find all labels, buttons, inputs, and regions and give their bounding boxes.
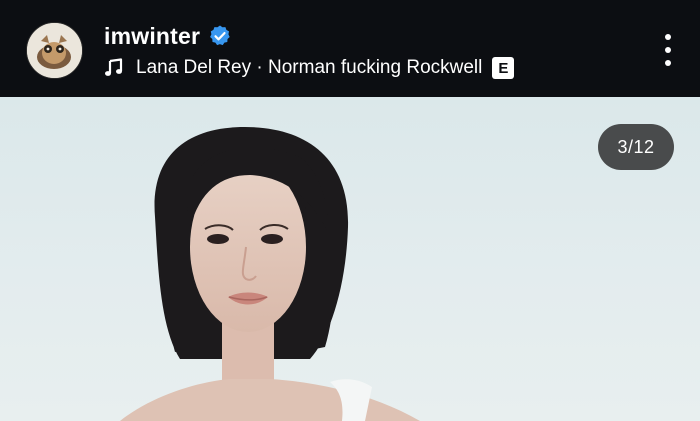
post-viewer: imwinter Lana Del Rey · Norman fucking R… <box>0 0 700 421</box>
more-vertical-icon <box>665 34 671 40</box>
post-photo[interactable] <box>0 97 700 421</box>
music-track-label[interactable]: Lana Del Rey · Norman fucking Rockwell <box>136 57 482 79</box>
media-counter: 3/12 <box>598 124 674 170</box>
avatar[interactable] <box>26 22 83 79</box>
verified-badge-icon <box>208 24 232 48</box>
more-options-button[interactable] <box>664 34 672 66</box>
username-row: imwinter <box>104 22 232 50</box>
explicit-badge: E <box>492 57 515 79</box>
username[interactable]: imwinter <box>104 23 200 50</box>
photo-image <box>120 127 420 421</box>
post-header: imwinter Lana Del Rey · Norman fucking R… <box>0 0 700 97</box>
music-row[interactable]: Lana Del Rey · Norman fucking Rockwell E <box>104 55 515 81</box>
music-note-icon <box>104 58 124 78</box>
avatar-icon <box>27 23 82 78</box>
